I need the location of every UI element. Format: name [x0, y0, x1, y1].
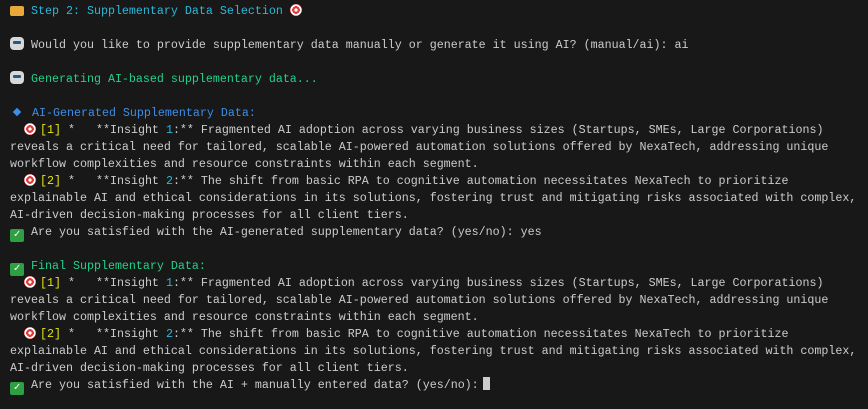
insight-prefix: * **Insight — [61, 174, 166, 188]
check-icon: ✓ — [10, 382, 24, 395]
bracket: ] — [54, 276, 61, 290]
target-icon — [289, 4, 302, 16]
ai-generated-header-line: AI-Generated Supplementary Data: — [0, 105, 868, 122]
insight-number: 1 — [165, 123, 173, 137]
insight-item: [1] * **Insight 1:** Fragmented AI adopt… — [0, 275, 868, 292]
bracket: [ — [40, 174, 47, 188]
satisfied-final-prompt: Are you satisfied with the AI + manually… — [31, 378, 479, 392]
insight-number: 1 — [165, 276, 173, 290]
insight-prefix: * **Insight — [61, 327, 166, 341]
bracket: ] — [54, 327, 61, 341]
check-icon: ✓ — [10, 263, 24, 276]
satisfied-ai-line: ✓ Are you satisfied with the AI-generated… — [0, 224, 868, 242]
insight-text-cont: reveals a critical need for tailored, sc… — [10, 293, 829, 307]
insight-prefix: * **Insight — [61, 276, 166, 290]
robot-icon — [10, 71, 24, 84]
bracket: [ — [40, 327, 47, 341]
step-title-line: Step 2: Supplementary Data Selection — [0, 3, 868, 20]
folder-icon — [10, 6, 24, 16]
insight-item: [2] * **Insight 2:** The shift from basi… — [0, 326, 868, 343]
generating-line: Generating AI-based supplementary data..… — [0, 71, 868, 88]
insight-text: :** Fragmented AI adoption across varyin… — [172, 123, 824, 137]
satisfied-ai-prompt: Are you satisfied with the AI-generated … — [31, 225, 514, 239]
ai-generated-header: AI-Generated Supplementary Data: — [32, 106, 256, 120]
insight-text-cont: workflow complexities and resource const… — [10, 157, 479, 171]
insight-text-cont: workflow complexities and resource const… — [10, 310, 479, 324]
insight-text: :** Fragmented AI adoption across varyin… — [172, 276, 824, 290]
mode-prompt-line: Would you like to provide supplementary … — [0, 37, 868, 54]
insight-item: [1] * **Insight 1:** Fragmented AI adopt… — [0, 122, 868, 139]
bracket: [ — [40, 123, 47, 137]
target-icon — [24, 123, 36, 135]
mode-answer: ai — [674, 38, 689, 52]
terminal-output: Step 2: Supplementary Data Selection Wou… — [0, 0, 868, 395]
terminal-cursor[interactable] — [482, 377, 490, 390]
final-header: Final Supplementary Data: — [31, 259, 206, 273]
insight-index: 2 — [47, 174, 54, 188]
target-icon — [24, 276, 36, 288]
insight-text-cont: AI-driven decision-making processes for … — [10, 361, 409, 375]
bracket: ] — [54, 123, 61, 137]
insight-number: 2 — [165, 174, 173, 188]
diamond-icon — [12, 107, 22, 117]
target-icon — [24, 174, 36, 186]
robot-icon — [10, 37, 24, 50]
insight-index: 1 — [47, 276, 54, 290]
insight-text-cont: reveals a critical need for tailored, sc… — [10, 140, 829, 154]
mode-prompt: Would you like to provide supplementary … — [31, 38, 668, 52]
insight-index: 2 — [47, 327, 54, 341]
insight-text: :** The shift from basic RPA to cognitiv… — [172, 174, 789, 188]
satisfied-final-line: ✓ Are you satisfied with the AI + manuall… — [0, 377, 868, 395]
generating-status: Generating AI-based supplementary data..… — [31, 72, 318, 86]
insight-item: [2] * **Insight 2:** The shift from basi… — [0, 173, 868, 190]
insight-prefix: * **Insight — [61, 123, 166, 137]
step-title: Step 2: Supplementary Data Selection — [31, 4, 283, 18]
insight-text-cont: explainable AI and ethical consideration… — [10, 191, 857, 205]
target-icon — [24, 327, 36, 339]
insight-text-cont: AI-driven decision-making processes for … — [10, 208, 409, 222]
insight-index: 1 — [47, 123, 54, 137]
final-header-line: ✓ Final Supplementary Data: — [0, 258, 868, 276]
insight-text-cont: explainable AI and ethical consideration… — [10, 344, 857, 358]
bracket: ] — [54, 174, 61, 188]
satisfied-ai-answer: yes — [520, 225, 542, 239]
insight-number: 2 — [165, 327, 173, 341]
bracket: [ — [40, 276, 47, 290]
check-icon: ✓ — [10, 229, 24, 242]
insight-text: :** The shift from basic RPA to cognitiv… — [172, 327, 789, 341]
